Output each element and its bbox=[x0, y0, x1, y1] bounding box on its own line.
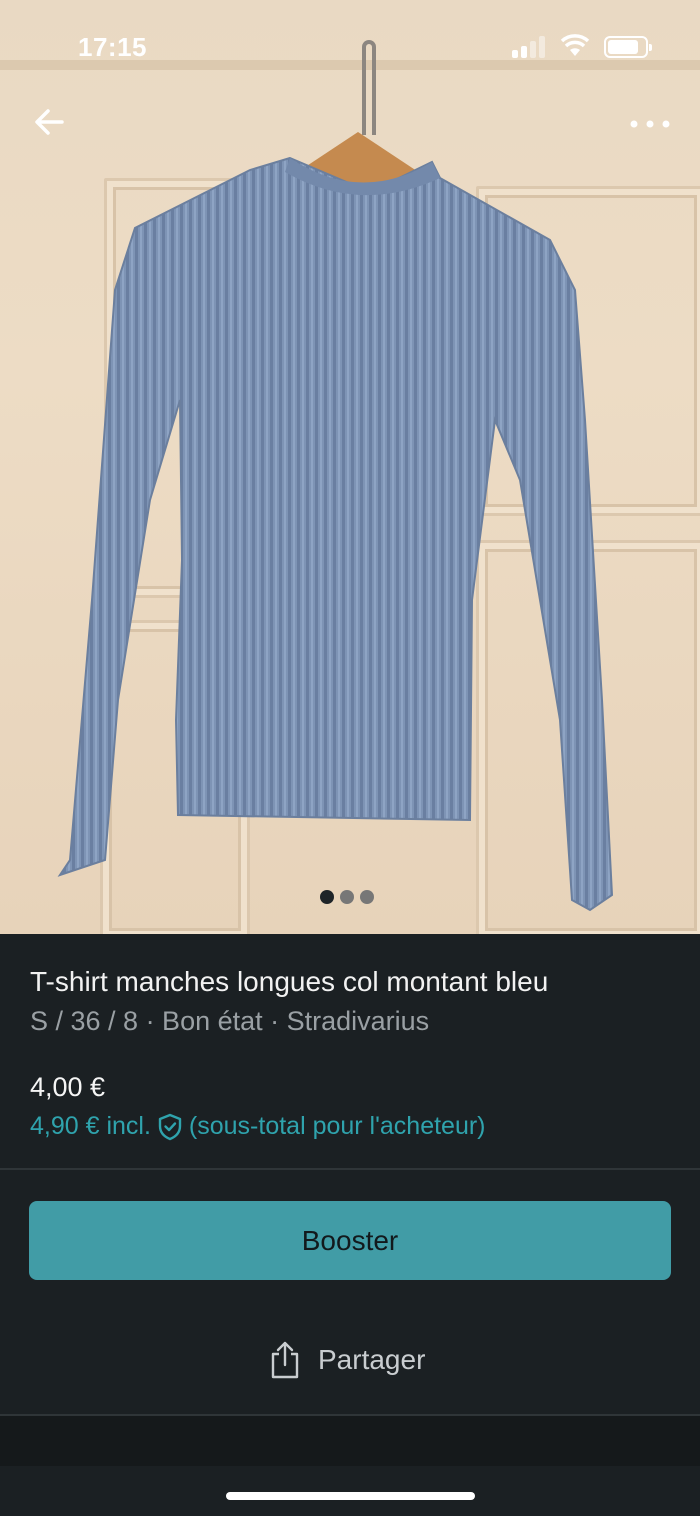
share-button[interactable]: Partager bbox=[268, 1340, 425, 1380]
item-subtitle: S / 36 / 8 · Bon état · Stradivarius bbox=[30, 1006, 430, 1036]
booster-label: Booster bbox=[301, 1224, 399, 1256]
wifi-icon bbox=[560, 34, 590, 56]
booster-button[interactable]: Booster bbox=[29, 1201, 671, 1280]
arrow-left-icon[interactable] bbox=[28, 100, 72, 144]
product-photo[interactable]: 17:15 bbox=[0, 0, 700, 934]
item-title: T-shirt manches longues col montant bleu bbox=[30, 966, 549, 997]
cell-signal-icon bbox=[512, 34, 548, 58]
item-info: T-shirt manches longues col montant bleu… bbox=[0, 934, 700, 1170]
share-icon bbox=[271, 1341, 299, 1379]
home-bar-area bbox=[0, 1466, 700, 1516]
more-horizontal-icon[interactable] bbox=[624, 102, 676, 142]
blue-shirt-image bbox=[57, 156, 614, 912]
share-label: Partager bbox=[318, 1344, 426, 1375]
status-bar: 17:15 bbox=[0, 0, 700, 92]
buyer-price-link[interactable]: 4,90 € incl. (sous-total pour l'acheteur… bbox=[30, 1112, 486, 1141]
shield-check-icon bbox=[158, 1113, 182, 1140]
bottom-spacer bbox=[0, 1416, 700, 1466]
carousel-dot[interactable] bbox=[340, 890, 354, 904]
home-indicator[interactable] bbox=[226, 1492, 475, 1500]
carousel-dot-active[interactable] bbox=[320, 890, 334, 904]
action-area: Booster Partager bbox=[0, 1170, 700, 1416]
item-price: 4,00 € bbox=[30, 1072, 106, 1102]
battery-icon bbox=[604, 36, 652, 58]
status-time: 17:15 bbox=[78, 32, 147, 62]
buyer-price-note: (sous-total pour l'acheteur) bbox=[188, 1112, 486, 1140]
buyer-price: 4,90 € incl. bbox=[30, 1112, 151, 1140]
carousel-indicator[interactable] bbox=[320, 890, 374, 904]
carousel-dot[interactable] bbox=[360, 890, 374, 904]
